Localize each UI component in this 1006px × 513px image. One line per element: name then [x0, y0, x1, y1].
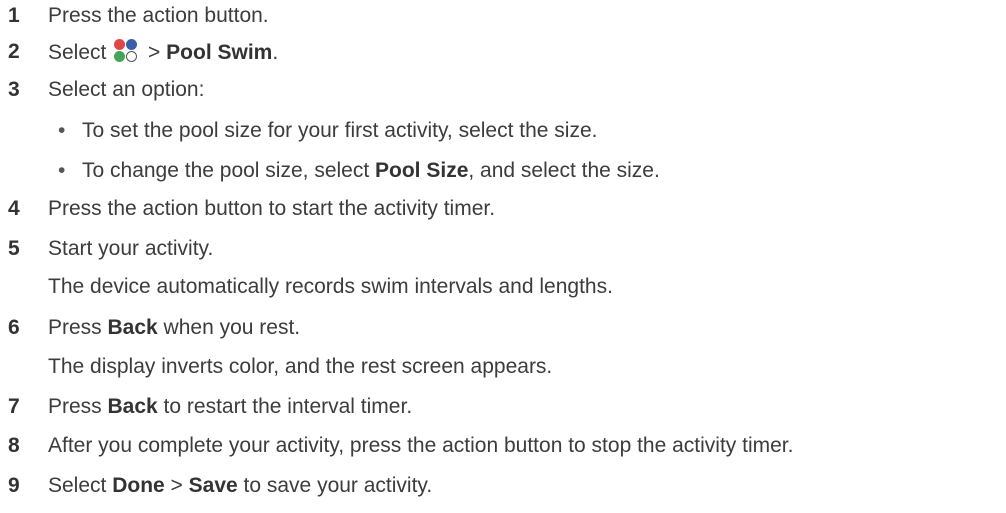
- step-text: Press Back when you rest.: [48, 314, 300, 342]
- activity-colors-icon: [113, 38, 139, 64]
- step-text-post: to restart the interval timer.: [157, 395, 413, 418]
- white-circle-icon: [126, 51, 138, 62]
- option-text-post: , and select the size.: [468, 159, 660, 182]
- step-text-post: to save your activity.: [237, 474, 433, 497]
- step-text-post: when you rest.: [157, 316, 301, 339]
- pool-swim-label: Pool Swim: [166, 41, 273, 64]
- step-text-pre: Select: [48, 41, 107, 64]
- red-circle-icon: [114, 39, 126, 50]
- option-text-pre: To change the pool size, select: [82, 159, 376, 182]
- bullet: •: [58, 159, 66, 182]
- step-number: 6: [8, 316, 20, 339]
- step-text: Press the action button.: [48, 4, 269, 27]
- step-number: 8: [8, 434, 20, 457]
- save-label: Save: [188, 474, 238, 497]
- step-number: 7: [8, 395, 20, 418]
- green-circle-icon: [114, 51, 126, 62]
- step-number: 2: [8, 40, 20, 63]
- step-detail-text: The display inverts color, and the rest …: [48, 355, 553, 378]
- step-separator: >: [142, 41, 167, 64]
- step-text: Select an option:: [48, 78, 205, 101]
- step-text-post: .: [272, 41, 279, 64]
- option-text: To change the pool size, select Pool Siz…: [82, 157, 660, 185]
- done-label: Done: [112, 474, 165, 497]
- step-text-pre: Press: [48, 316, 108, 339]
- step-text-pre: Select: [48, 474, 113, 497]
- bullet: •: [58, 119, 66, 142]
- pool-size-label: Pool Size: [375, 159, 469, 182]
- instruction-list: 1 Press the action button. 2 Select > Po…: [0, 0, 1006, 513]
- step-number: 4: [8, 197, 20, 220]
- blue-circle-icon: [126, 39, 138, 50]
- step-text: Start your activity.: [48, 237, 214, 260]
- step-text: Press Back to restart the interval timer…: [48, 393, 412, 421]
- step-text: Select > Pool Swim.: [48, 38, 278, 67]
- step-number: 3: [8, 78, 20, 101]
- step-text: Select Done > Save to save your activity…: [48, 472, 432, 500]
- step-text: After you complete your activity, press …: [48, 434, 794, 457]
- back-label: Back: [107, 395, 158, 418]
- step-detail-text: The device automatically records swim in…: [48, 275, 613, 298]
- back-label: Back: [107, 316, 158, 339]
- step-number: 1: [8, 4, 20, 27]
- option-text: To set the pool size for your first acti…: [82, 119, 598, 142]
- step-text: Press the action button to start the act…: [48, 197, 496, 220]
- step-number: 5: [8, 237, 20, 260]
- step-separator: >: [164, 474, 189, 497]
- step-text-pre: Press: [48, 395, 108, 418]
- step-number: 9: [8, 474, 20, 497]
